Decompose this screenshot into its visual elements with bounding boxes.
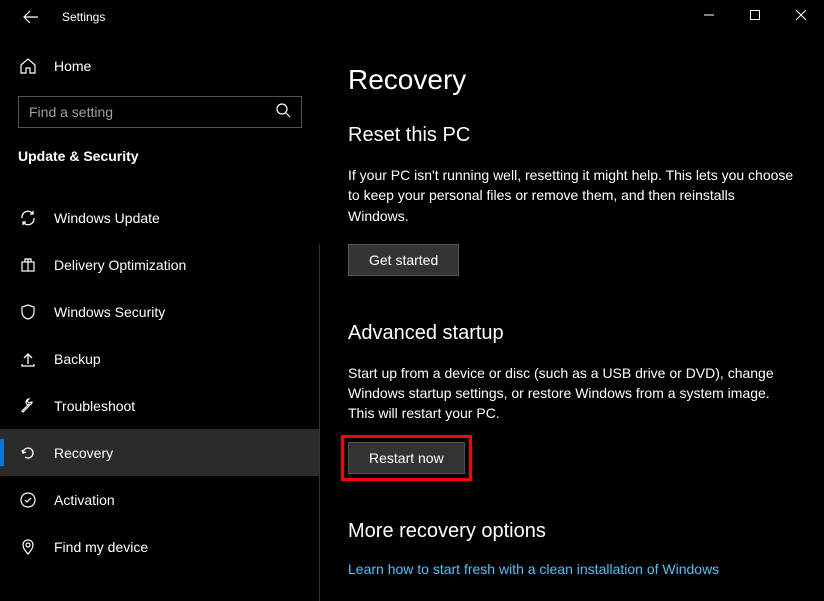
home-icon	[18, 56, 38, 76]
nav-label: Windows Security	[54, 304, 165, 320]
advanced-description: Start up from a device or disc (such as …	[348, 363, 794, 424]
sidebar-item-backup[interactable]: Backup	[0, 335, 320, 382]
section-advanced-startup: Advanced startup Start up from a device …	[348, 322, 794, 474]
maximize-button[interactable]	[732, 0, 778, 30]
category-header: Update & Security	[0, 128, 320, 176]
advanced-heading: Advanced startup	[348, 322, 794, 345]
close-icon	[796, 10, 806, 20]
main-panel: Recovery Reset this PC If your PC isn't …	[320, 34, 824, 601]
nav-label: Delivery Optimization	[54, 257, 186, 273]
home-nav[interactable]: Home	[0, 46, 320, 86]
sidebar-item-windows-update[interactable]: Windows Update	[0, 194, 320, 241]
minimize-button[interactable]	[686, 0, 732, 30]
sidebar-item-activation[interactable]: Activation	[0, 476, 320, 523]
home-label: Home	[54, 58, 91, 74]
sidebar-divider	[319, 244, 320, 601]
sidebar-item-delivery-optimization[interactable]: Delivery Optimization	[0, 241, 320, 288]
fresh-install-link[interactable]: Learn how to start fresh with a clean in…	[348, 561, 719, 577]
minimize-icon	[704, 10, 714, 20]
activation-icon	[18, 490, 38, 510]
sidebar-item-troubleshoot[interactable]: Troubleshoot	[0, 382, 320, 429]
maximize-icon	[750, 10, 760, 20]
get-started-button[interactable]: Get started	[348, 244, 459, 276]
sync-icon	[18, 208, 38, 228]
nav-label: Troubleshoot	[54, 398, 135, 414]
recovery-icon	[18, 443, 38, 463]
section-reset-pc: Reset this PC If your PC isn't running w…	[348, 124, 794, 276]
titlebar: Settings	[0, 0, 824, 34]
nav-label: Backup	[54, 351, 101, 367]
delivery-icon	[18, 255, 38, 275]
reset-heading: Reset this PC	[348, 124, 794, 147]
wrench-icon	[18, 396, 38, 416]
shield-icon	[18, 302, 38, 322]
page-title: Recovery	[348, 64, 794, 96]
titlebar-title: Settings	[62, 10, 105, 24]
section-more-recovery: More recovery options Learn how to start…	[348, 520, 794, 579]
search-input[interactable]	[29, 104, 291, 120]
nav-label: Activation	[54, 492, 115, 508]
location-icon	[18, 537, 38, 557]
back-button[interactable]	[18, 4, 44, 30]
nav-label: Find my device	[54, 539, 148, 555]
reset-description: If your PC isn't running well, resetting…	[348, 165, 794, 226]
restart-now-button[interactable]: Restart now	[348, 442, 465, 474]
nav-label: Recovery	[54, 445, 113, 461]
nav-list: Windows Update Delivery Optimization Win…	[0, 194, 320, 570]
backup-icon	[18, 349, 38, 369]
search-box[interactable]	[18, 96, 302, 128]
sidebar-item-recovery[interactable]: Recovery	[0, 429, 320, 476]
nav-label: Windows Update	[54, 210, 160, 226]
sidebar-item-windows-security[interactable]: Windows Security	[0, 288, 320, 335]
sidebar: Home Update & Security Windows Update	[0, 34, 320, 601]
close-button[interactable]	[778, 0, 824, 30]
more-heading: More recovery options	[348, 520, 794, 543]
sidebar-item-find-my-device[interactable]: Find my device	[0, 523, 320, 570]
back-arrow-icon	[23, 9, 39, 25]
search-icon	[275, 102, 291, 123]
window-controls	[686, 0, 824, 30]
